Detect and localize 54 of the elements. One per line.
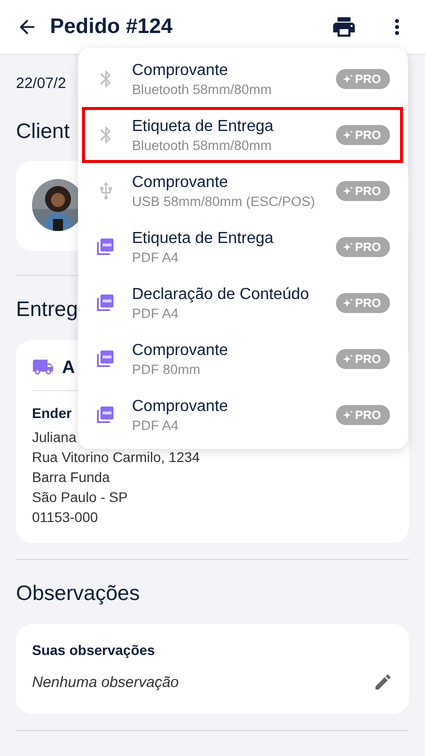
address-line: São Paulo - SP xyxy=(32,488,129,507)
badge-label: PRO xyxy=(354,184,381,198)
badge-label: PRO xyxy=(354,240,381,254)
item-title: Etiqueta de Entrega xyxy=(132,230,274,248)
sparkle-icon xyxy=(342,74,353,84)
item-subtitle: PDF 80mm xyxy=(132,362,202,376)
item-title: Comprovante xyxy=(132,398,230,416)
section-title: Client xyxy=(16,120,70,144)
sparkle-icon xyxy=(342,130,353,140)
badge-label: PRO xyxy=(354,72,381,86)
sparkle-icon xyxy=(342,298,353,308)
sparkle-icon xyxy=(342,410,353,420)
item-subtitle: PDF A4 xyxy=(132,418,180,432)
menu-item[interactable]: Comprovante PDF A4 PRO xyxy=(82,387,403,443)
item-title: Comprovante xyxy=(132,62,230,80)
item-title: Declaração de Conteúdo xyxy=(132,286,310,304)
badge-label: PRO xyxy=(354,352,381,366)
address-line: 01153-000 xyxy=(32,508,99,527)
menu-item[interactable]: Comprovante Bluetooth 58mm/80mm PRO xyxy=(82,51,403,107)
badge-label: PRO xyxy=(354,296,381,310)
edit-icon[interactable] xyxy=(373,672,393,692)
pdf-file-icon xyxy=(96,406,114,424)
notes-value: Nenhuma observação xyxy=(32,674,179,690)
item-subtitle: PDF A4 xyxy=(132,250,180,264)
badge-label: PRO xyxy=(354,408,381,422)
item-title: Comprovante xyxy=(132,342,230,360)
address-label: Ender xyxy=(32,405,72,421)
item-title: Comprovante xyxy=(132,174,230,192)
pdf-file-icon xyxy=(96,350,114,368)
menu-item[interactable]: Etiqueta de Entrega PDF A4 PRO xyxy=(82,219,403,275)
order-date: 22/07/2 xyxy=(16,75,66,94)
address-line: Juliana xyxy=(32,428,78,447)
item-subtitle: Bluetooth 58mm/80mm xyxy=(132,82,273,96)
menu-item[interactable]: Declaração de Conteúdo PDF A4 PRO xyxy=(82,275,403,331)
menu-item[interactable]: Comprovante PDF 80mm PRO xyxy=(82,331,403,387)
notes-label: Suas observações xyxy=(32,642,156,658)
menu-item[interactable]: Comprovante USB 58mm/80mm (ESC/POS) PRO xyxy=(82,163,403,219)
menu-item[interactable]: Etiqueta de Entrega Bluetooth 58mm/80mm PRO xyxy=(82,107,403,163)
address-line: Rua Vitorino Carmilo, 1234 xyxy=(32,448,201,467)
sparkle-icon xyxy=(342,354,353,364)
pdf-file-icon xyxy=(96,294,114,312)
section-title: Entreg xyxy=(16,298,78,322)
item-subtitle: PDF A4 xyxy=(132,306,180,320)
pdf-file-icon xyxy=(96,238,114,256)
item-subtitle: Bluetooth 58mm/80mm xyxy=(132,138,273,152)
delivery-status: A xyxy=(62,356,75,378)
item-subtitle: USB 58mm/80mm (ESC/POS) xyxy=(132,194,316,208)
page-title: Pedido #124 xyxy=(50,15,174,39)
badge-label: PRO xyxy=(354,128,381,142)
sparkle-icon xyxy=(342,242,353,252)
section-title: Observações xyxy=(16,582,140,606)
item-title: Etiqueta de Entrega xyxy=(132,118,274,136)
address-line: Barra Funda xyxy=(32,468,111,487)
sparkle-icon xyxy=(342,186,353,196)
